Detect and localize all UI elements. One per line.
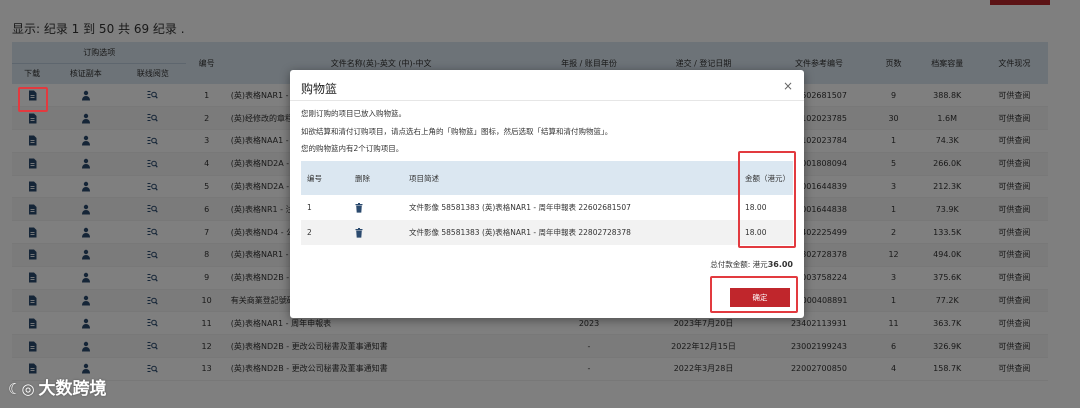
trash-icon[interactable]	[355, 202, 363, 213]
watermark-text: 大数跨境	[38, 379, 107, 399]
watermark-logo-icon: ☾◎	[8, 380, 35, 398]
basket-cell-delete	[349, 220, 403, 245]
dialog-divider	[290, 100, 804, 101]
trash-icon[interactable]	[355, 227, 363, 238]
checkout-instruction: 如欲结算和清付订购项目，请点选右上角的「购物篮」图标，然后选取「结算和清付购物篮…	[301, 127, 613, 136]
basket-count-message: 您的购物篮内有2个订购项目。	[301, 144, 404, 153]
highlight-amount-column	[738, 151, 796, 248]
dialog-title: 购物篮	[301, 82, 338, 96]
total-value: 36.00	[767, 260, 793, 269]
basket-col-delete: 删除	[349, 161, 403, 195]
close-icon[interactable]: ×	[783, 79, 793, 93]
page: 显示: 纪录 1 到 50 共 69 纪录 . 订购选项 编号 文件名称(英)-…	[0, 0, 1080, 408]
basket-col-desc: 项目简述	[403, 161, 739, 195]
basket-added-message: 您刚订购的项目已放入购物篮。	[301, 109, 406, 118]
basket-cell-no: 1	[307, 203, 312, 212]
basket-table: 编号 删除 项目简述 金额（港元） 1 文件影像 58581383 (英)表格NA…	[301, 161, 793, 245]
basket-cell-delete	[349, 195, 403, 220]
basket-total: 总付款金额: 港元36.00	[710, 259, 793, 270]
watermark: ☾◎ 大数跨境	[8, 374, 107, 399]
basket-col-no: 编号	[301, 161, 349, 195]
total-label: 总付款金额: 港元	[710, 260, 768, 269]
basket-row: 1 文件影像 58581383 (英)表格NAR1 - 周年申報表 2260268…	[301, 195, 793, 220]
basket-row: 2 文件影像 58581383 (英)表格NAR1 - 周年申報表 2280272…	[301, 220, 793, 245]
basket-cell-desc: 文件影像 58581383 (英)表格NAR1 - 周年申報表 22602681…	[409, 203, 631, 212]
basket-cell-no: 2	[301, 220, 349, 245]
highlight-confirm-button	[710, 276, 798, 313]
highlight-download-icon	[18, 87, 48, 112]
basket-cell-desc: 文件影像 58581383 (英)表格NAR1 - 周年申報表 22802728…	[403, 220, 739, 245]
